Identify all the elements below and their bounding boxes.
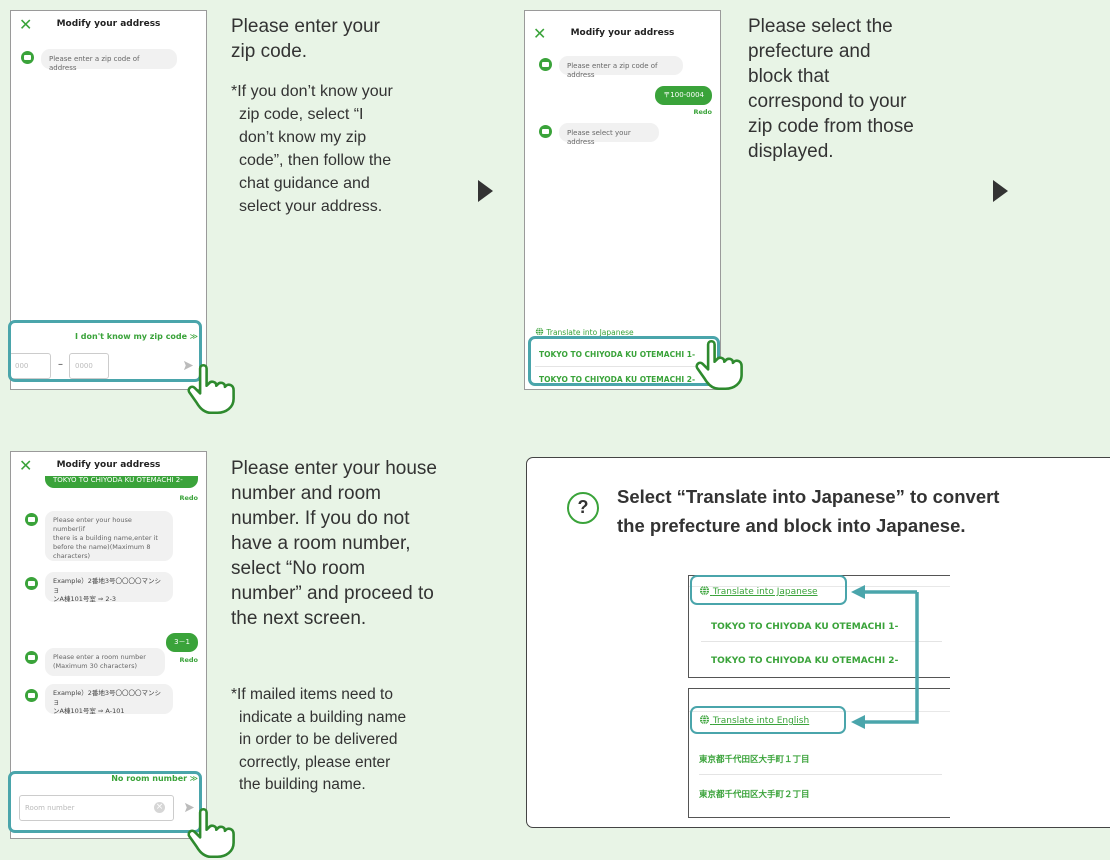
partial-reply-text: TOKYO TO CHIYODA KU OTEMACHI 2- xyxy=(53,476,183,484)
chat-bubble-zip-prompt: Please enter a zip code of address xyxy=(41,49,177,72)
bubble-line: Please enter a room number xyxy=(53,653,146,661)
example-line: ンA棟101号室 ⇒ A-101 xyxy=(53,707,125,715)
chat-bubble-example-2: Example）2番地3号〇〇〇〇マンショ ンA棟101号室 ⇒ A-101 xyxy=(45,684,173,715)
step1-note-line: code”, then follow the xyxy=(239,152,392,169)
screen-title: Modify your address xyxy=(56,460,161,470)
screen-title: Modify your address xyxy=(56,19,161,29)
step3-note-line: in order to be delivered xyxy=(239,731,398,748)
example-line: Example）2番地3号〇〇〇〇マンショ xyxy=(53,577,161,594)
step1-desc-line: Please enter your xyxy=(231,16,380,37)
address-option-2[interactable]: 東京都千代田区大手町２丁目 xyxy=(699,788,810,800)
step1-note: *If you don’t know your zip code, select… xyxy=(231,80,393,218)
bubble-line: before the name)(Maximum 8 xyxy=(53,543,151,551)
step3-desc-line: select “No room xyxy=(231,558,366,579)
chat-bot-avatar-icon xyxy=(25,689,38,702)
translate-english-highlight xyxy=(690,706,846,734)
chat-bubble-example-1: Example）2番地3号〇〇〇〇マンショ ンA棟101号室 ⇒ 2-3 xyxy=(45,572,173,603)
step1-note-line: select your address. xyxy=(239,198,383,215)
step3-desc-line: number. If you do not xyxy=(231,508,410,529)
bubble-line: Please enter your house number(if xyxy=(53,516,132,533)
step1-note-line: *If you don’t know your xyxy=(231,83,393,100)
tap-hand-icon xyxy=(185,362,239,416)
bubble-text: Please select your address xyxy=(567,129,631,146)
translate-japanese-highlight xyxy=(690,575,847,605)
step1-description: Please enter your zip code. xyxy=(231,14,380,64)
tap-hand-icon xyxy=(693,338,747,392)
step3-note: *If mailed items need to indicate a buil… xyxy=(231,684,406,797)
chat-bubble-select-address: Please select your address xyxy=(559,123,659,146)
redo-link[interactable]: Redo xyxy=(179,494,198,502)
bubble-text: Please enter a zip code of address xyxy=(49,55,140,72)
chat-bot-avatar-icon xyxy=(21,51,34,64)
chat-bot-avatar-icon xyxy=(539,58,552,71)
step3-description: Please enter your house number and room … xyxy=(231,456,437,631)
chat-bot-avatar-icon xyxy=(539,125,552,138)
step3-desc-line: Please enter your house xyxy=(231,458,437,479)
bubble-text: Please enter a zip code of address xyxy=(567,62,658,79)
step3-desc-line: the next screen. xyxy=(231,608,367,629)
next-step-arrow-icon xyxy=(478,180,493,202)
user-house-number-reply: 3－1 xyxy=(166,633,198,652)
step2-description: Please select the prefecture and block t… xyxy=(748,14,914,164)
step3-desc-line: have a room number, xyxy=(231,533,411,554)
address-option-1[interactable]: 東京都千代田区大手町１丁目 xyxy=(699,753,810,765)
previous-reply-partial: TOKYO TO CHIYODA KU OTEMACHI 2- xyxy=(45,476,198,488)
step2-desc-line: correspond to your xyxy=(748,91,907,112)
step2-desc-line: zip code from those xyxy=(748,116,914,137)
step3-note-line: correctly, please enter xyxy=(239,753,391,771)
step2-desc-line: displayed. xyxy=(748,141,834,162)
chat-bubble-room-number: Please enter a room number (Maximum 30 c… xyxy=(45,648,165,676)
question-mark: ? xyxy=(577,497,589,517)
step3-desc-line: number” and proceed to xyxy=(231,583,434,604)
redo-link[interactable]: Redo xyxy=(693,108,712,116)
step2-desc-line: Please select the xyxy=(748,16,893,37)
bubble-line: characters) xyxy=(53,552,91,560)
screen-title: Modify your address xyxy=(570,28,675,38)
bubble-line: there is a building name,enter it xyxy=(53,534,158,542)
zip-input-highlight xyxy=(8,320,202,382)
step3-note-line: *If mailed items need to xyxy=(231,686,393,703)
step3-desc-line: number and room xyxy=(231,483,381,504)
step1-note-line: don’t know my zip xyxy=(239,129,367,146)
option-divider xyxy=(699,774,942,775)
step3-note-line: the building name. xyxy=(239,776,366,793)
toggle-connector-arrows xyxy=(851,585,919,729)
step3-note-line: indicate a building name xyxy=(239,708,407,726)
info-heading-line: Select “Translate into Japanese” to conv… xyxy=(617,486,1000,507)
address-options-highlight xyxy=(528,336,720,386)
info-heading: Select “Translate into Japanese” to conv… xyxy=(617,482,999,540)
info-heading-line: the prefecture and block into Japanese. xyxy=(617,515,966,536)
step1-note-line: chat guidance and xyxy=(239,175,370,192)
chat-bot-avatar-icon xyxy=(25,577,38,590)
room-input-highlight xyxy=(8,771,202,833)
chat-bot-avatar-icon xyxy=(25,513,38,526)
question-icon: ? xyxy=(567,492,599,524)
chat-bot-avatar-icon xyxy=(25,651,38,664)
phone-screen-select-address: ✕ Modify your address Please enter a zip… xyxy=(524,10,721,390)
step1-desc-line: zip code. xyxy=(231,41,308,62)
chat-bubble-house-number: Please enter your house number(if there … xyxy=(45,511,173,561)
tap-hand-icon xyxy=(185,806,239,860)
redo-link[interactable]: Redo xyxy=(179,656,198,664)
next-step-arrow-icon xyxy=(993,180,1008,202)
globe-icon xyxy=(535,327,544,336)
bubble-line: (Maximum 30 characters) xyxy=(53,662,138,670)
chat-bubble-zip-prompt: Please enter a zip code of address xyxy=(559,56,683,79)
example-line: ンA棟101号室 ⇒ 2-3 xyxy=(53,595,117,603)
step1-note-line: zip code, select “I xyxy=(239,106,364,123)
user-zip-reply: 〒100-0004 xyxy=(655,86,712,105)
step2-desc-line: prefecture and xyxy=(748,41,871,62)
step2-desc-line: block that xyxy=(748,66,830,87)
example-line: Example）2番地3号〇〇〇〇マンショ xyxy=(53,689,161,706)
